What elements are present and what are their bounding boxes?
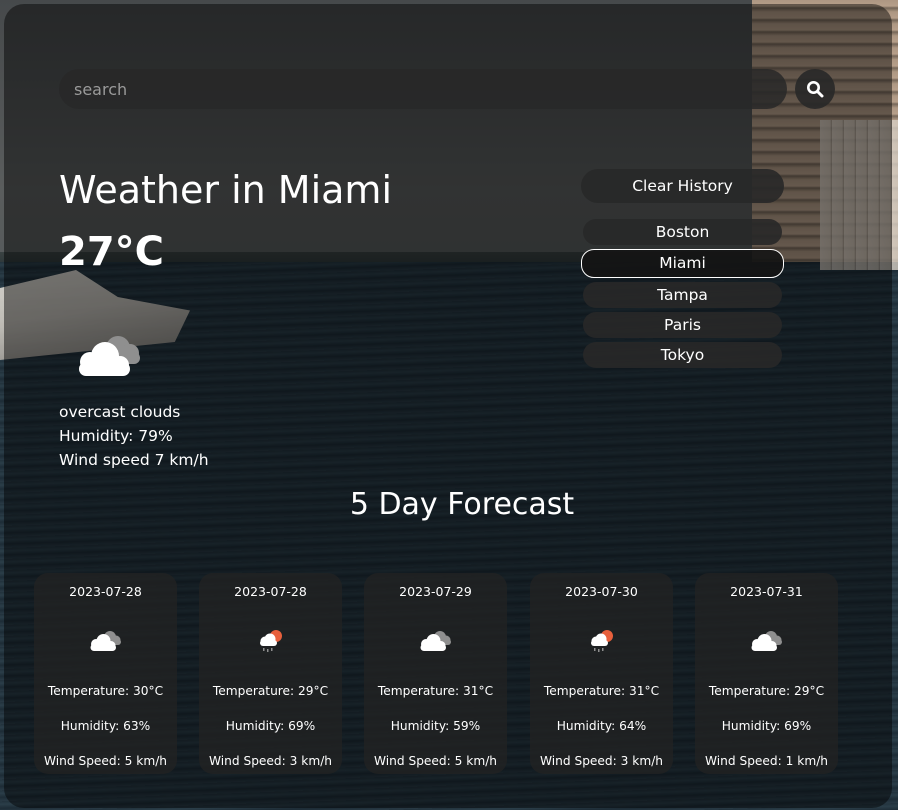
- rain-sun-icon: [259, 630, 282, 652]
- search-button[interactable]: [795, 69, 835, 109]
- forecast-date: 2023-07-30: [565, 584, 638, 599]
- search-icon: [807, 81, 824, 98]
- forecast-temperature: Temperature: 31°C: [377, 684, 494, 698]
- forecast-date: 2023-07-28: [69, 584, 142, 599]
- overcast-clouds-icon: [90, 631, 121, 651]
- forecast-wind-speed: Wind Speed: 3 km/h: [208, 754, 333, 768]
- current-temperature: 27°C: [59, 229, 165, 275]
- overcast-clouds-icon: [420, 631, 451, 651]
- forecast-temperature: Temperature: 29°C: [708, 684, 825, 698]
- forecast-humidity: Humidity: 69%: [225, 719, 316, 733]
- forecast-wind-speed: Wind Speed: 1 km/h: [704, 754, 829, 768]
- forecast-card: 2023-07-28 Temperature: 29°C Humidity: 6…: [199, 573, 342, 774]
- forecast-card: 2023-07-31 Temperature: 29°C Humidity: 6…: [695, 573, 838, 774]
- history-item[interactable]: Miami: [581, 249, 784, 278]
- forecast-wind-speed: Wind Speed: 5 km/h: [373, 754, 498, 768]
- overcast-clouds-icon: [751, 631, 782, 651]
- clear-history-button[interactable]: Clear History: [581, 169, 784, 203]
- forecast-humidity: Humidity: 64%: [556, 719, 647, 733]
- forecast-title: 5 Day Forecast: [349, 487, 575, 522]
- wind-speed-text: Wind speed 7 km/h: [59, 451, 209, 469]
- forecast-date: 2023-07-31: [730, 584, 803, 599]
- weather-description: overcast clouds: [59, 403, 181, 421]
- history-item[interactable]: Boston: [583, 219, 782, 245]
- forecast-temperature: Temperature: 30°C: [47, 684, 164, 698]
- forecast-humidity: Humidity: 63%: [60, 719, 151, 733]
- search-history-list: Boston Miami Tampa Paris Tokyo: [581, 219, 784, 372]
- forecast-date: 2023-07-29: [399, 584, 472, 599]
- forecast-humidity: Humidity: 59%: [390, 719, 481, 733]
- history-item[interactable]: Tampa: [583, 282, 782, 308]
- forecast-wind-speed: Wind Speed: 3 km/h: [539, 754, 664, 768]
- forecast-card: 2023-07-29 Temperature: 31°C Humidity: 5…: [364, 573, 507, 774]
- forecast-card: 2023-07-30 Temperature: 31°C Humidity: 6…: [530, 573, 673, 774]
- forecast-wind-speed: Wind Speed: 5 km/h: [43, 754, 168, 768]
- history-item[interactable]: Tokyo: [583, 342, 782, 368]
- page-title: Weather in Miami: [59, 168, 393, 212]
- forecast-date: 2023-07-28: [234, 584, 307, 599]
- forecast-temperature: Temperature: 29°C: [212, 684, 329, 698]
- humidity-text: Humidity: 79%: [59, 427, 173, 445]
- rain-sun-icon: [590, 630, 613, 652]
- forecast-humidity: Humidity: 69%: [721, 719, 812, 733]
- forecast-temperature: Temperature: 31°C: [543, 684, 660, 698]
- forecast-card: 2023-07-28 Temperature: 30°C Humidity: 6…: [34, 573, 177, 774]
- history-item[interactable]: Paris: [583, 312, 782, 338]
- search-input[interactable]: [59, 69, 787, 109]
- overcast-clouds-icon: [79, 336, 140, 376]
